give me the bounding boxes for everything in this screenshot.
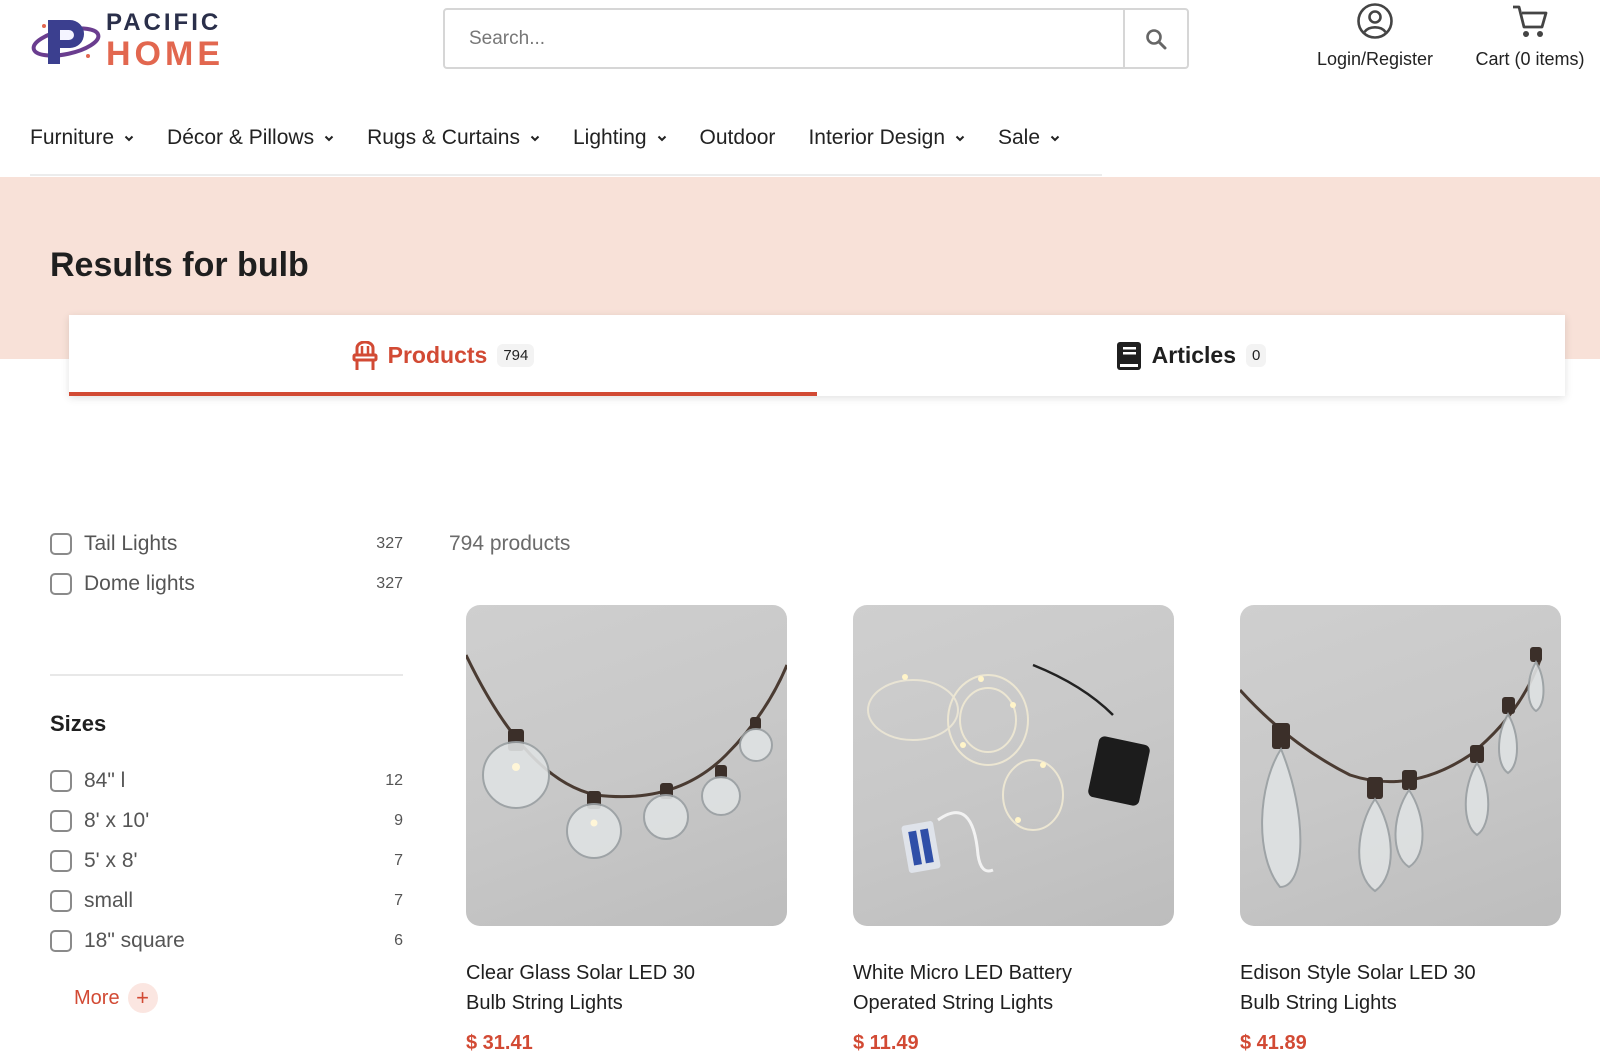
- filter-checkbox[interactable]: [50, 573, 72, 595]
- nav-item-furniture[interactable]: Furniture: [30, 126, 134, 150]
- filter-size-84-l[interactable]: 84" l 12: [50, 764, 403, 798]
- cart-label: Cart (0 items): [1475, 49, 1585, 69]
- filter-label: small: [84, 889, 134, 912]
- filter-tail-lights[interactable]: Tail Lights 327: [50, 527, 403, 561]
- chevron-down-icon: [124, 135, 134, 142]
- nav-item-label: Lighting: [572, 126, 647, 149]
- more-label: More: [74, 986, 120, 1009]
- nav-item-decor-pillows[interactable]: Décor & Pillows: [167, 126, 334, 150]
- filter-checkbox[interactable]: [50, 890, 72, 912]
- filter-size-18-square[interactable]: 18" square 6: [50, 924, 403, 958]
- filter-label: 84" l: [84, 769, 126, 792]
- page-title: Results for bulb: [50, 246, 309, 285]
- book-icon: [1116, 341, 1141, 370]
- product-price: $ 31.41: [466, 1032, 533, 1054]
- filter-count: 9: [394, 812, 403, 829]
- results-query: bulb: [237, 246, 309, 284]
- chevron-down-icon: [324, 135, 334, 142]
- plus-icon: +: [127, 983, 158, 1013]
- filter-label: Tail Lights: [84, 532, 178, 555]
- filter-count: 327: [376, 575, 403, 592]
- filter-count: 327: [376, 535, 403, 552]
- nav-item-outdoor[interactable]: Outdoor: [700, 126, 776, 150]
- product-name[interactable]: Edison Style Solar LED 30 Bulb String Li…: [1240, 958, 1510, 1018]
- tab-products[interactable]: Products 794: [69, 315, 817, 396]
- filter-dome-lights[interactable]: Dome lights 327: [50, 567, 403, 601]
- filter-size-8x10[interactable]: 8' x 10' 9: [50, 804, 403, 838]
- cart-icon: [1513, 5, 1548, 37]
- product-image[interactable]: [1240, 605, 1561, 926]
- search-button[interactable]: [1123, 10, 1187, 67]
- tab-articles[interactable]: Articles 0: [817, 315, 1565, 396]
- chevron-down-icon: [530, 135, 540, 142]
- nav-item-rugs-curtains[interactable]: Rugs & Curtains: [367, 126, 540, 150]
- chair-icon: [352, 340, 378, 370]
- tab-label: Articles: [1151, 342, 1237, 368]
- product-card[interactable]: Edison Style Solar LED 30 Bulb String Li…: [1240, 605, 1561, 1054]
- nav-item-label: Décor & Pillows: [167, 126, 315, 149]
- login-register-label: Login/Register: [1316, 49, 1434, 69]
- chevron-down-icon: [1050, 135, 1060, 142]
- filter-count: 6: [394, 932, 403, 949]
- filter-label: 5' x 8': [84, 849, 138, 872]
- product-price: $ 11.49: [853, 1032, 919, 1054]
- results-prefix: Results for: [50, 246, 228, 284]
- filter-size-small[interactable]: small 7: [50, 884, 403, 918]
- nav-item-label: Interior Design: [808, 126, 945, 149]
- tab-count-badge: 794: [497, 344, 535, 367]
- product-count: 794 products: [449, 532, 571, 555]
- nav-item-label: Sale: [998, 126, 1041, 149]
- filter-checkbox[interactable]: [50, 810, 72, 832]
- nav-divider: [30, 174, 1102, 176]
- nav-item-label: Rugs & Curtains: [367, 126, 520, 149]
- search-icon: [1146, 28, 1167, 49]
- sizes-heading: Sizes: [50, 711, 107, 736]
- logo-mark-icon: [30, 12, 102, 70]
- filter-count: 12: [385, 772, 403, 789]
- filter-count: 7: [394, 892, 403, 909]
- chevron-down-icon: [955, 135, 965, 142]
- nav-item-label: Furniture: [30, 126, 115, 149]
- product-image[interactable]: [853, 605, 1174, 926]
- product-name[interactable]: Clear Glass Solar LED 30 Bulb String Lig…: [466, 958, 736, 1018]
- tab-label: Products: [387, 342, 488, 368]
- tab-count-badge: 0: [1246, 344, 1267, 367]
- product-card[interactable]: Clear Glass Solar LED 30 Bulb String Lig…: [466, 605, 787, 1054]
- nav-item-sale[interactable]: Sale: [998, 126, 1060, 150]
- brand-line1: PACIFIC: [106, 9, 222, 36]
- filter-checkbox[interactable]: [50, 930, 72, 952]
- user-icon: [1357, 3, 1393, 39]
- brand-logo[interactable]: PACIFIC HOME: [30, 10, 240, 72]
- nav-item-interior-design[interactable]: Interior Design: [808, 126, 965, 150]
- main-nav: Furniture Décor & Pillows Rugs & Curtain…: [30, 118, 1093, 158]
- brand-line2: HOME: [106, 35, 224, 73]
- filter-label: Dome lights: [84, 572, 195, 595]
- nav-item-label: Outdoor: [699, 126, 776, 149]
- nav-item-lighting[interactable]: Lighting: [573, 126, 667, 150]
- filter-label: 18" square: [84, 929, 185, 952]
- product-card[interactable]: White Micro LED Battery Operated String …: [853, 605, 1174, 1054]
- search-input[interactable]: [445, 10, 1123, 67]
- cart-link[interactable]: Cart (0 items): [1462, 2, 1598, 70]
- chevron-down-icon: [657, 135, 666, 142]
- product-name[interactable]: White Micro LED Battery Operated String …: [853, 958, 1123, 1018]
- more-sizes-button[interactable]: More +: [74, 983, 158, 1013]
- product-image[interactable]: [466, 605, 787, 926]
- filter-count: 7: [394, 852, 403, 869]
- filter-divider: [50, 674, 403, 676]
- filter-size-5x8[interactable]: 5' x 8' 7: [50, 844, 403, 878]
- search-box: [443, 8, 1189, 69]
- filter-checkbox[interactable]: [50, 850, 72, 872]
- login-register-link[interactable]: Login/Register: [1305, 2, 1445, 70]
- product-price: $ 41.89: [1240, 1032, 1307, 1054]
- results-tabs: Products 794 Articles 0: [69, 315, 1565, 396]
- filter-checkbox[interactable]: [50, 770, 72, 792]
- filter-label: 8' x 10': [84, 809, 150, 832]
- filter-checkbox[interactable]: [50, 533, 72, 555]
